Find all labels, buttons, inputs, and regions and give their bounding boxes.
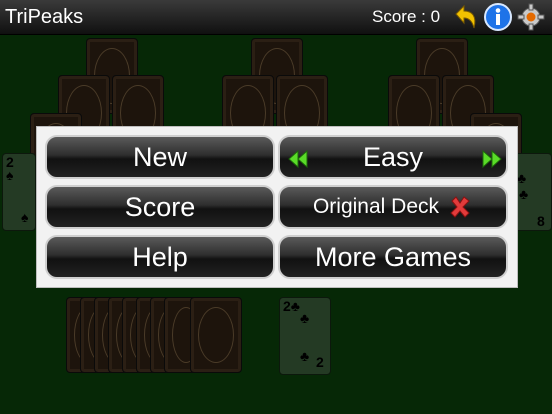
new-button[interactable]: New [45, 135, 275, 179]
face-card-right[interactable]: ♣ ♣ 8 [514, 153, 552, 231]
waste-card[interactable]: 2♣ ♣ ♣ 2 [279, 297, 331, 375]
club-icon: ♣ [300, 310, 310, 326]
score-value: 0 [430, 7, 441, 26]
app-title: TriPeaks [5, 6, 84, 28]
help-button[interactable]: Help [45, 235, 275, 279]
stock-card[interactable] [190, 297, 242, 373]
score-label: Score : [372, 7, 426, 26]
club-icon: ♣ [300, 348, 310, 364]
gear-icon[interactable] [516, 2, 546, 32]
original-deck-button[interactable]: Original Deck [278, 185, 508, 229]
info-icon[interactable] [483, 2, 513, 32]
undo-arrow-icon[interactable] [450, 2, 480, 32]
face-card-left[interactable]: 2 ♠ ♠ [2, 153, 36, 231]
more-games-button[interactable]: More Games [278, 235, 508, 279]
options-menu: New Easy Score Original Deck Help More G… [36, 126, 518, 288]
card-rank: 2 [283, 298, 291, 314]
close-icon [450, 196, 470, 218]
difficulty-value: Easy [362, 141, 424, 172]
club-icon: ♣ [519, 186, 529, 202]
card-rank: 8 [537, 213, 545, 229]
club-icon: ♣ [517, 170, 527, 186]
difficulty-selector[interactable]: Easy [278, 135, 508, 179]
arrow-left-icon[interactable] [288, 150, 308, 168]
score-button[interactable]: Score [45, 185, 275, 229]
card-rank: 2 [316, 354, 324, 370]
arrow-right-icon[interactable] [482, 150, 502, 168]
deck-label: Original Deck [312, 195, 440, 218]
score-display: Score : 0 [372, 7, 440, 27]
card-rank: 2 [6, 154, 14, 170]
top-bar: TriPeaks Score : 0 [0, 0, 552, 35]
spade-icon: ♠ [21, 209, 29, 225]
